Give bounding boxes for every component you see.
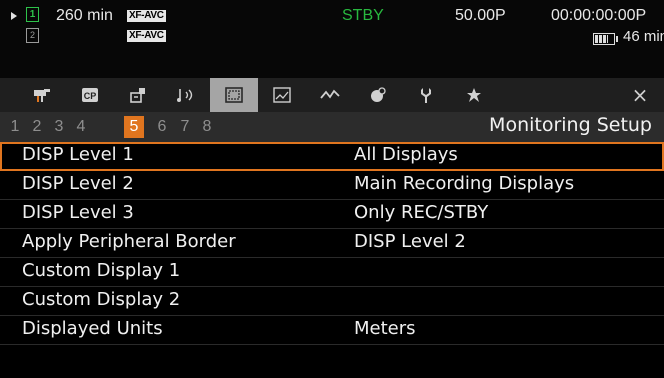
recording-format-main: XF-AVC — [127, 10, 166, 22]
system-setup-icon — [130, 88, 145, 103]
page-2[interactable]: 2 — [27, 116, 47, 138]
play-icon — [11, 12, 17, 20]
monitoring-icon — [225, 87, 243, 103]
tab-my-menu[interactable] — [450, 78, 498, 112]
tab-assign[interactable] — [354, 78, 402, 112]
menu-row-disp-level-3[interactable]: DISP Level 3 Only REC/STBY — [0, 200, 664, 229]
assign-icon — [371, 87, 386, 102]
menu-row-disp-level-1[interactable]: DISP Level 1 All Displays — [0, 142, 664, 171]
sd-card-2-icon: 2 — [26, 28, 39, 43]
tab-monitoring[interactable] — [210, 78, 258, 112]
battery-time: 46 min — [623, 28, 664, 45]
page-4[interactable]: 4 — [71, 116, 91, 138]
menu-item-label: Custom Display 2 — [22, 289, 181, 310]
tab-custom-picture[interactable]: CP — [66, 78, 114, 112]
page-indicator-row: 1 2 3 4 5 6 7 8 Monitoring Setup — [0, 112, 664, 142]
battery-icon — [593, 33, 618, 45]
menu-item-value: DISP Level 2 — [354, 231, 466, 252]
remaining-rec-time: 260 min — [56, 7, 113, 24]
my-menu-star-icon — [467, 88, 481, 102]
status-bar: 1 2 260 min XF-AVC XF-AVC STBY 50.00P 00… — [0, 0, 664, 78]
audio-icon — [177, 89, 193, 102]
page-5[interactable]: 5 — [124, 116, 144, 138]
page-8[interactable]: 8 — [197, 116, 217, 138]
menu-row-custom-display-1[interactable]: Custom Display 1 — [0, 258, 664, 287]
close-icon: × — [631, 83, 649, 107]
sd-card-icon: 1 — [26, 7, 39, 22]
maintenance-icon — [421, 88, 431, 103]
page-6[interactable]: 6 — [152, 116, 172, 138]
frame-rate: 50.00P — [455, 7, 506, 24]
menu-item-value: All Displays — [354, 144, 458, 165]
tab-maintenance[interactable] — [402, 78, 450, 112]
menu-item-label: Custom Display 1 — [22, 260, 181, 281]
operation-mode: STBY — [342, 7, 384, 24]
timecode: 00:00:00:00P — [551, 7, 646, 25]
timecode-value: 00:00:00:00 — [551, 7, 636, 24]
page-3[interactable]: 3 — [49, 116, 69, 138]
page-1[interactable]: 1 — [5, 116, 25, 138]
tab-camera[interactable] — [18, 78, 66, 112]
timecode-suffix: P — [635, 7, 647, 24]
menu-item-label: Apply Peripheral Border — [22, 231, 236, 252]
menu-row-custom-display-2[interactable]: Custom Display 2 — [0, 287, 664, 316]
svg-text:CP: CP — [84, 91, 97, 101]
tab-audio[interactable] — [162, 78, 210, 112]
network-icon — [320, 89, 340, 99]
menu-item-value: Meters — [354, 318, 416, 339]
tab-system-setup[interactable] — [114, 78, 162, 112]
menu-list: DISP Level 1 All Displays DISP Level 2 M… — [0, 142, 664, 345]
section-title: Monitoring Setup — [489, 114, 652, 136]
menu-item-label: Displayed Units — [22, 318, 163, 339]
menu-item-label: DISP Level 2 — [22, 173, 134, 194]
menu-row-disp-level-2[interactable]: DISP Level 2 Main Recording Displays — [0, 171, 664, 200]
page-7[interactable]: 7 — [175, 116, 195, 138]
menu-row-apply-peripheral-border[interactable]: Apply Peripheral Border DISP Level 2 — [0, 229, 664, 258]
menu-item-value: Main Recording Displays — [354, 173, 575, 194]
camera-icon — [34, 89, 50, 102]
custom-picture-icon: CP — [82, 88, 98, 102]
menu-item-value: Only REC/STBY — [354, 202, 489, 223]
playback-icon — [273, 87, 291, 103]
recording-format-sub: XF-AVC — [127, 30, 166, 42]
menu-tab-strip: CP × — [0, 78, 664, 112]
menu-item-label: DISP Level 1 — [22, 144, 134, 165]
tab-network[interactable] — [306, 78, 354, 112]
tab-close[interactable]: × — [616, 78, 664, 112]
menu-item-label: DISP Level 3 — [22, 202, 134, 223]
tab-playback[interactable] — [258, 78, 306, 112]
menu-row-displayed-units[interactable]: Displayed Units Meters — [0, 316, 664, 345]
